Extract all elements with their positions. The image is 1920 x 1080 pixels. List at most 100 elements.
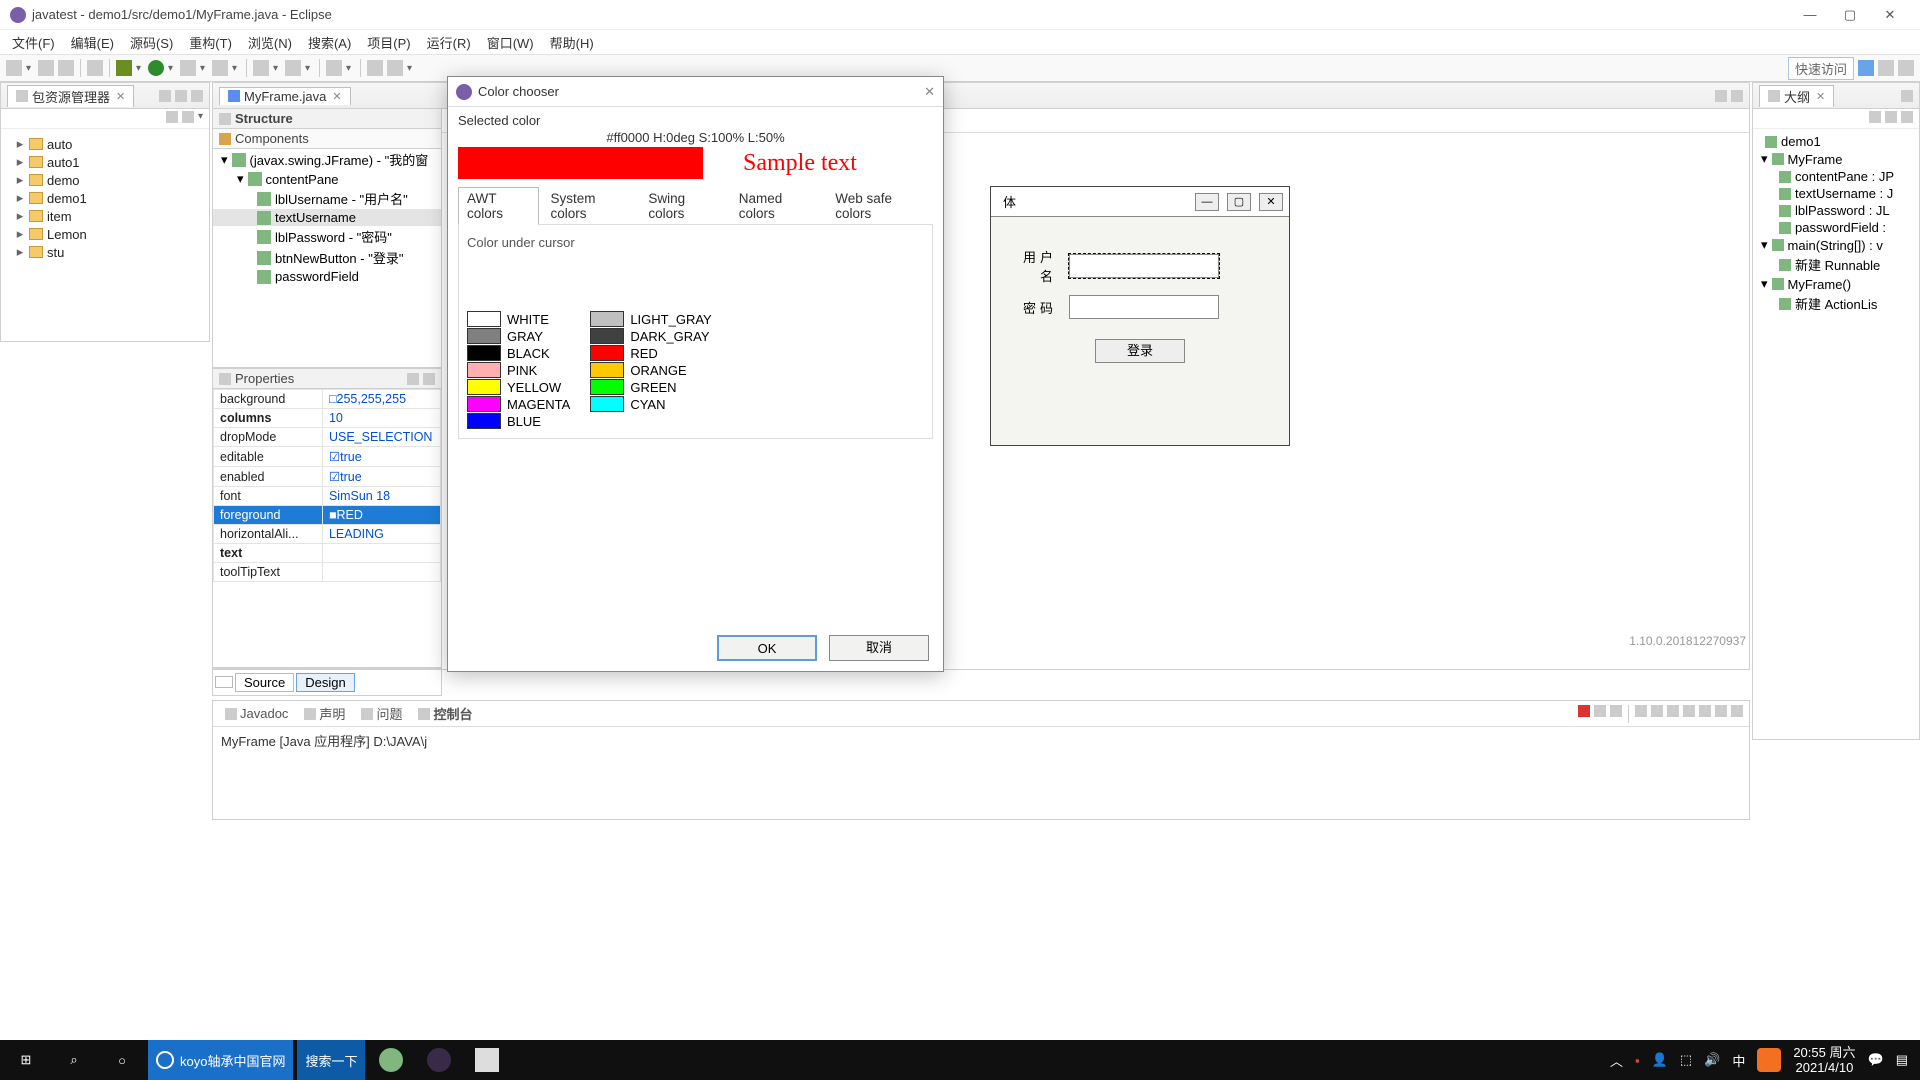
color-swatch-row[interactable]: YELLOW [467,379,570,395]
new-class-icon[interactable] [285,60,301,76]
username-field[interactable] [1069,254,1219,278]
property-row[interactable]: horizontalAli...LEADING [214,525,441,544]
debug-icon[interactable] [116,60,132,76]
menu-item[interactable]: 重构(T) [183,33,238,52]
property-row[interactable]: dropModeUSE_SELECTION [214,428,441,447]
chevron-icon[interactable]: ▸ [15,226,25,242]
property-value[interactable] [322,563,440,582]
password-field[interactable] [1069,295,1219,319]
filter2-icon[interactable] [1901,111,1913,123]
component-row[interactable]: lblPassword - "密码" [213,226,441,247]
outline-item[interactable]: contentPane : JP [1755,168,1917,185]
minimize-button[interactable]: — [1195,193,1219,211]
color-tab[interactable]: Web safe colors [826,187,933,225]
dialog-close-icon[interactable]: ✕ [924,84,935,100]
collapse-all-icon[interactable] [166,111,178,123]
back-icon[interactable] [367,60,383,76]
outline-item[interactable]: passwordField : [1755,219,1917,236]
dropdown-icon[interactable]: ▾ [305,63,313,74]
property-row[interactable]: editable☑true [214,447,441,467]
forward-icon[interactable] [387,60,403,76]
remove-all-icon[interactable] [1610,705,1622,717]
property-value[interactable]: □255,255,255 [322,390,440,409]
property-value[interactable]: 10 [322,409,440,428]
collapse-icon[interactable] [159,90,171,102]
menu-icon[interactable] [1901,90,1913,102]
outline-item[interactable]: demo1 [1755,133,1917,150]
color-tab[interactable]: AWT colors [458,187,539,225]
property-row[interactable]: fontSimSun 18 [214,487,441,506]
java-perspective-icon[interactable] [1878,60,1894,76]
color-swatch-row[interactable]: CYAN [590,396,711,412]
declaration-tab[interactable]: 声明 [298,703,351,724]
dropdown-icon[interactable]: ▾ [346,63,354,74]
minimize-icon[interactable] [1715,705,1727,717]
chevron-icon[interactable]: ▾ [237,171,244,187]
outline-item[interactable]: 新建 Runnable [1755,254,1917,275]
save-icon[interactable] [38,60,54,76]
color-tab[interactable]: Swing colors [639,187,727,225]
component-row[interactable]: ▾(javax.swing.JFrame) - "我的窗 [213,149,441,170]
property-value[interactable] [322,544,440,563]
open-console-icon[interactable] [1699,705,1711,717]
menu-item[interactable]: 源码(S) [124,33,179,52]
new-package-icon[interactable] [253,60,269,76]
close-icon[interactable]: ✕ [116,90,125,103]
package-item[interactable]: ▸auto1 [5,153,205,171]
property-value[interactable]: ■RED [322,506,440,525]
outline-item[interactable]: ▾MyFrame() [1755,275,1917,293]
menu-item[interactable]: 运行(R) [421,33,477,52]
taskbar-search[interactable]: 搜索一下 [297,1040,365,1080]
taskbar-app1[interactable] [369,1040,413,1080]
taskbar-clock[interactable]: 20:55 周六 2021/4/10 [1793,1045,1855,1075]
property-row[interactable]: enabled☑true [214,467,441,487]
tray-ime-icon[interactable]: 中 [1732,1051,1745,1070]
property-value[interactable]: SimSun 18 [322,487,440,506]
dropdown-icon[interactable]: ▾ [200,63,208,74]
new-icon[interactable] [6,60,22,76]
color-swatch-row[interactable]: ORANGE [590,362,711,378]
outline-tab[interactable]: 大纲✕ [1759,85,1834,107]
taskbar-eclipse[interactable] [417,1040,461,1080]
outline-item[interactable]: lblPassword : JL [1755,202,1917,219]
dropdown-icon[interactable]: ▾ [26,63,34,74]
menu-item[interactable]: 项目(P) [361,33,416,52]
maximize-button[interactable]: ▢ [1227,193,1251,211]
menu-icon[interactable] [191,90,203,102]
filter-icon[interactable] [1885,111,1897,123]
terminate-icon[interactable] [1578,705,1590,717]
property-row[interactable]: background□255,255,255 [214,390,441,409]
component-row[interactable]: passwordField [213,268,441,285]
chevron-icon[interactable]: ▾ [221,152,228,168]
tray-app-icon[interactable]: ▪ [1635,1053,1640,1068]
login-button[interactable]: 登录 [1095,339,1185,363]
window-close[interactable]: ✕ [1870,7,1910,23]
menu-item[interactable]: 编辑(E) [65,33,120,52]
close-icon[interactable]: ✕ [1816,90,1825,103]
link-editor-icon[interactable] [182,111,194,123]
minimize-icon[interactable] [1715,90,1727,102]
package-item[interactable]: ▸demo [5,171,205,189]
ok-button[interactable]: OK [717,635,817,661]
property-row[interactable]: foreground■RED [214,506,441,525]
color-swatch-row[interactable]: DARK_GRAY [590,328,711,344]
view-menu-icon[interactable]: ▾ [198,111,203,126]
outline-item[interactable]: ▾MyFrame [1755,150,1917,168]
package-item[interactable]: ▸item [5,207,205,225]
quick-access-field[interactable]: 快速访问 [1788,57,1854,80]
package-item[interactable]: ▸auto [5,135,205,153]
tray-sogou-icon[interactable] [1757,1048,1781,1072]
remove-icon[interactable] [1594,705,1606,717]
dropdown-icon[interactable]: ▾ [407,63,415,74]
search-icon[interactable] [326,60,342,76]
sort-icon[interactable] [1869,111,1881,123]
menu-item[interactable]: 搜索(A) [302,33,357,52]
toggle-icon[interactable] [87,60,103,76]
filter-icon[interactable] [407,373,419,385]
cortana-icon[interactable]: ○ [100,1040,144,1080]
source-tab[interactable]: Source [235,673,294,692]
dropdown-icon[interactable]: ▾ [232,63,240,74]
search-icon[interactable]: ⌕ [52,1040,96,1080]
package-item[interactable]: ▸stu [5,243,205,261]
start-button[interactable]: ⊞ [4,1040,48,1080]
